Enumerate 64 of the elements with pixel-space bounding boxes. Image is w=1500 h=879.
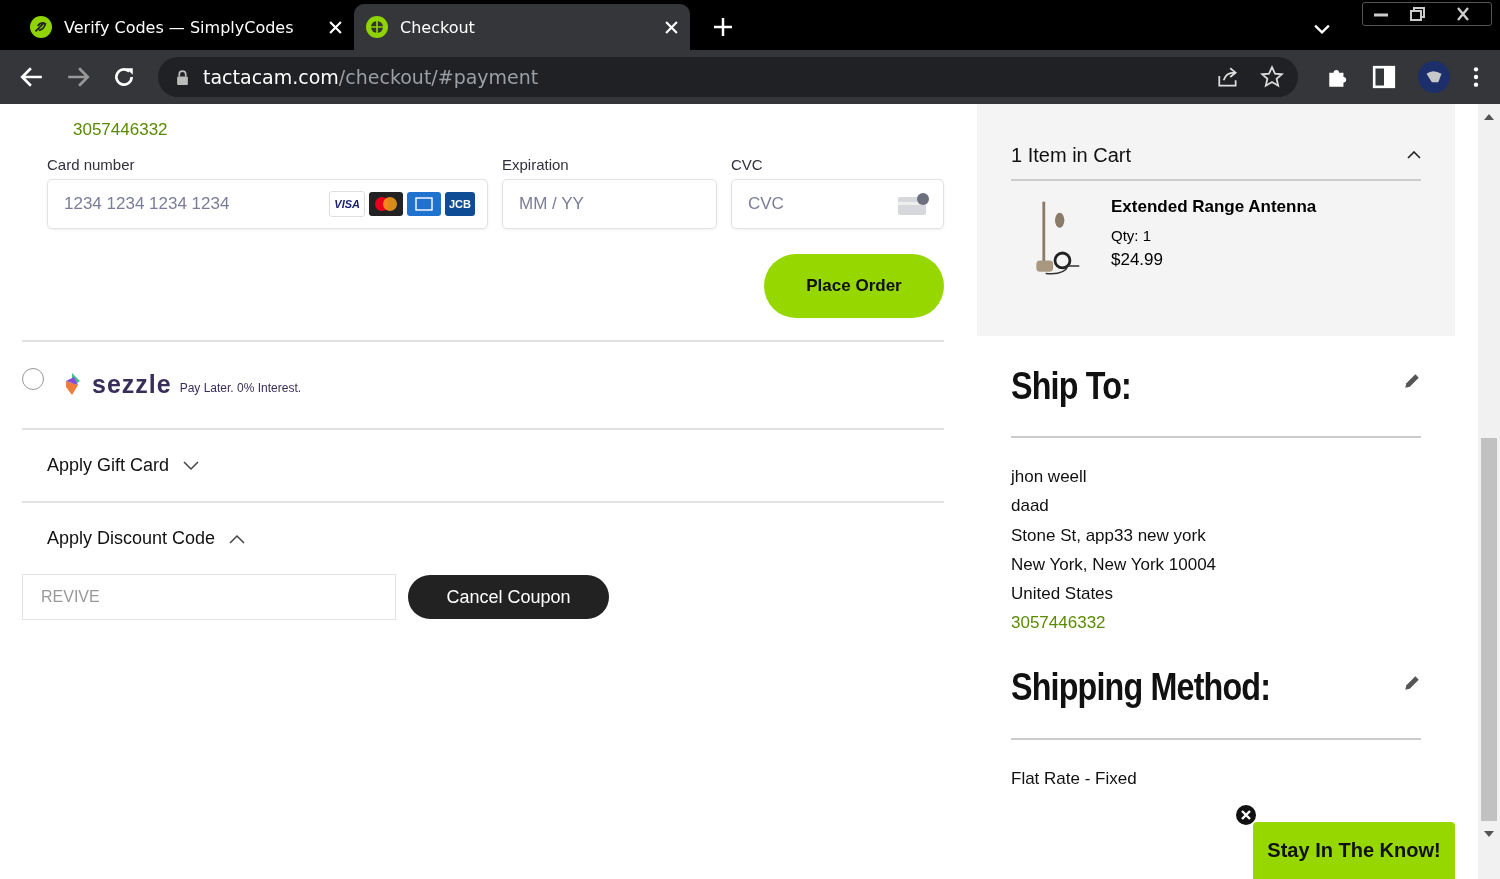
card-icon xyxy=(897,191,931,217)
tab-title: Verify Codes — SimplyCodes xyxy=(64,17,295,37)
close-icon[interactable] xyxy=(1236,805,1256,825)
chevron-up-icon[interactable] xyxy=(1407,151,1421,159)
address-line: jhon weell xyxy=(1011,466,1088,488)
input-text[interactable]: CVC xyxy=(746,193,897,215)
phone-number: 3057446332 xyxy=(1011,612,1107,635)
section-heading: Ship To: xyxy=(1011,364,1131,408)
browser-tab[interactable]: Checkout xyxy=(354,4,690,50)
sezzle-tagline: Pay Later. 0% Interest. xyxy=(179,381,302,395)
card-brand-logo xyxy=(369,192,403,216)
leaf-icon xyxy=(30,16,52,38)
input-field[interactable]: 1234 1234 1234 1234 VISA JCB xyxy=(47,179,488,229)
accordion-toggle[interactable]: Apply Gift Card xyxy=(47,455,200,476)
star-icon[interactable] xyxy=(1260,65,1284,89)
field-label: Card number xyxy=(47,156,136,173)
address-line: Stone St, app33 new york xyxy=(1011,524,1207,547)
phone-number: 3057446332 xyxy=(72,119,169,140)
product-quantity: Qty: 1 xyxy=(1111,227,1152,244)
card-brand-logo: JCB xyxy=(445,192,475,216)
input-text[interactable]: MM / YY xyxy=(517,193,704,215)
tab-title: Checkout xyxy=(400,17,476,37)
product-name: Extended Range Antenna xyxy=(1111,197,1317,217)
pencil-icon[interactable] xyxy=(1403,673,1421,692)
place-order-button[interactable]: Place Order xyxy=(764,254,944,318)
menu-icon[interactable] xyxy=(1472,65,1480,89)
section-heading: Shipping Method: xyxy=(1011,666,1271,710)
chevron-down-icon[interactable] xyxy=(1314,24,1330,34)
input-field[interactable]: CVC xyxy=(731,179,944,229)
accordion-toggle[interactable]: Apply Discount Code xyxy=(47,528,246,549)
sezzle-wordmark: sezzle xyxy=(92,369,172,399)
target-icon xyxy=(366,16,388,38)
reload-icon[interactable] xyxy=(112,65,136,89)
scroll-down-icon[interactable] xyxy=(1483,830,1495,838)
new-tab-icon[interactable] xyxy=(714,18,732,36)
card-brand-logo: VISA xyxy=(329,191,365,217)
close-icon[interactable] xyxy=(665,20,678,34)
address-bar[interactable]: tactacam.com/checkout/#payment xyxy=(158,57,1298,97)
newsletter-popup-button[interactable]: Stay In The Know! xyxy=(1253,822,1455,879)
url-text: tactacam.com/checkout/#payment xyxy=(203,66,539,88)
lock-icon xyxy=(176,69,189,85)
forward-arrow-icon[interactable] xyxy=(66,65,90,89)
share-icon[interactable] xyxy=(1216,65,1240,89)
address-line: United States xyxy=(1011,583,1115,606)
input-field[interactable]: MM / YY xyxy=(502,179,717,229)
card-brand-logo xyxy=(407,192,441,216)
shipping-method-value: Flat Rate - Fixed xyxy=(1011,767,1138,790)
back-arrow-icon[interactable] xyxy=(20,65,44,89)
scroll-up-icon[interactable] xyxy=(1483,113,1495,121)
field-label: Expiration xyxy=(502,156,570,173)
close-icon[interactable] xyxy=(329,20,342,34)
cart-title: 1 Item in Cart xyxy=(1011,144,1132,167)
address-line: New York, New York 10004 xyxy=(1011,553,1218,576)
scrollbar[interactable] xyxy=(1478,104,1500,879)
address-line: daad xyxy=(1011,495,1050,518)
chevron-up-icon xyxy=(229,533,246,544)
product-price: $24.99 xyxy=(1111,250,1164,270)
browser-tab[interactable]: Verify Codes — SimplyCodes xyxy=(18,4,354,50)
chevron-down-icon xyxy=(183,460,200,471)
avatar-icon[interactable] xyxy=(1418,61,1450,93)
side-panel-icon[interactable] xyxy=(1372,65,1396,89)
input-text[interactable]: 1234 1234 1234 1234 xyxy=(62,193,330,215)
pencil-icon[interactable] xyxy=(1403,372,1421,390)
field-label: CVC xyxy=(731,156,764,173)
